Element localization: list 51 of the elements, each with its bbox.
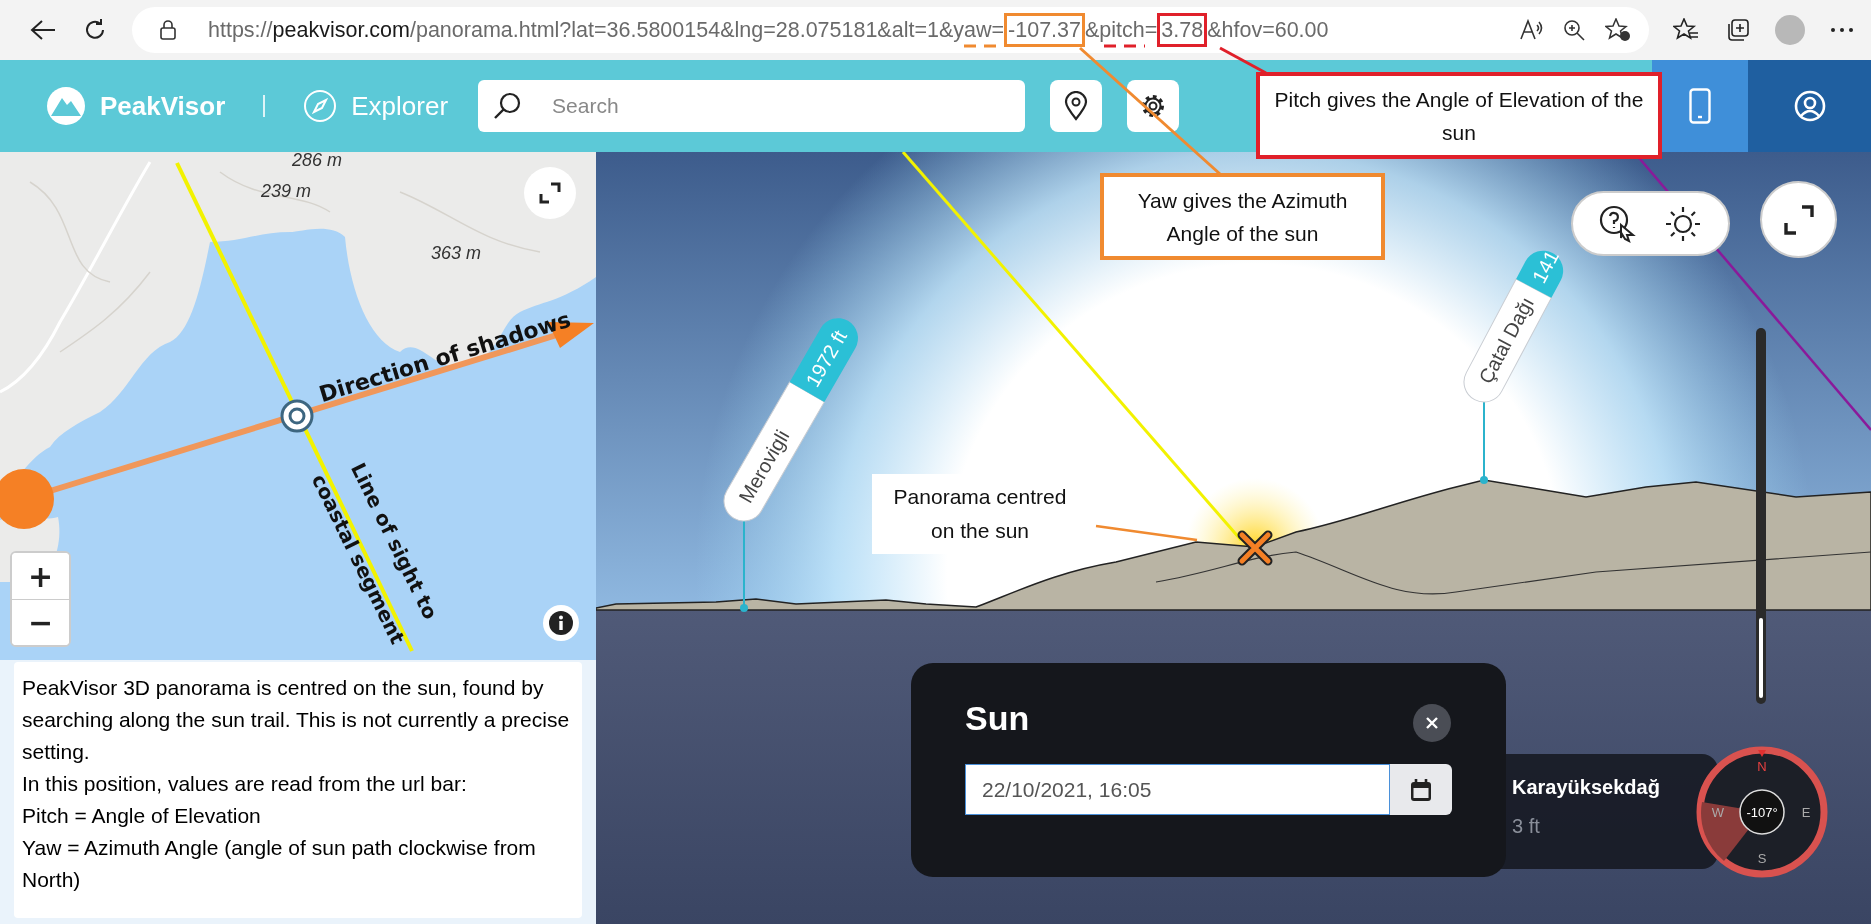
underline-mark (1104, 44, 1145, 48)
account-button[interactable] (1748, 60, 1871, 152)
calendar-button[interactable] (1390, 764, 1452, 815)
fullscreen-icon (539, 182, 561, 204)
peak-name: Çatal Dağı (1474, 293, 1539, 388)
dialog-title: Sun (965, 699, 1030, 738)
location-elevation: 3 ft (1512, 815, 1541, 838)
elevation-label: 286 m (292, 152, 342, 170)
search-field[interactable]: Search (478, 80, 1026, 132)
sun-icon[interactable] (1663, 204, 1702, 243)
compass-north: N (1757, 759, 1767, 774)
compass-heading: -107° (1746, 805, 1778, 820)
elevation-label: 363 m (431, 243, 481, 263)
phone-button[interactable] (1652, 60, 1748, 152)
calendar-icon (1410, 777, 1432, 802)
info-icon (548, 610, 574, 636)
north-pointer-icon (1758, 750, 1766, 757)
elevation-label: 239 m (261, 181, 311, 201)
callout-box: Pitch gives the Angle of Elevation of the sun (1256, 72, 1662, 159)
peak-dot (740, 604, 748, 612)
close-button[interactable] (1413, 704, 1451, 742)
callout-box: Yaw gives the Azimuth Angle of the sun (1100, 173, 1385, 260)
compass-east: E (1801, 805, 1811, 820)
zoom-icon[interactable] (1563, 19, 1585, 41)
zoom-slider[interactable] (1756, 328, 1766, 704)
sun-position-marker (0, 469, 54, 529)
compass-south: S (1757, 851, 1767, 866)
peak-dot (1480, 476, 1488, 484)
search-icon (492, 91, 523, 121)
lock-icon (160, 20, 176, 40)
address-bar[interactable]: https://peakvisor.com/panorama.html?lat=36.5800154&lng=28.075181&alt=1&yaw= -107.37 &pitch= 3.78 &hfov=60.00 (132, 7, 1649, 53)
pin-icon (1064, 91, 1089, 121)
settings-button[interactable] (1127, 80, 1180, 132)
info-button[interactable] (543, 605, 579, 641)
zoom-out-button[interactable]: − (12, 599, 69, 645)
help-cursor-icon[interactable] (1599, 204, 1638, 243)
sun-cross-marker (1237, 530, 1273, 566)
close-icon (1426, 717, 1438, 729)
read-aloud-icon[interactable] (1519, 19, 1543, 41)
account-icon (1793, 90, 1826, 122)
note-text: PeakVisor 3D panorama is centred on the sun, found by searching along the sun trail. This is not currently a precise setting. In this position, values are read from the url bar: Pitch = Angle of Elevation Yaw = Azimuth Angle (angle of sun path clockwise from North) (14, 662, 582, 918)
peak-elevation: 141 (1527, 246, 1563, 287)
compass-dial[interactable]: N E S W -107° (1696, 746, 1828, 878)
location-pin-button[interactable] (1050, 80, 1103, 132)
fullscreen-icon (1783, 204, 1814, 235)
phone-icon (1689, 88, 1711, 124)
star-add-icon[interactable] (1605, 18, 1631, 42)
datetime-field[interactable]: 22/10/2021, 16:05 (965, 764, 1390, 815)
viewpoint-target-icon (280, 399, 314, 433)
location-name: Karayüksekdağ (1512, 776, 1661, 799)
compass-west: W (1711, 805, 1725, 820)
